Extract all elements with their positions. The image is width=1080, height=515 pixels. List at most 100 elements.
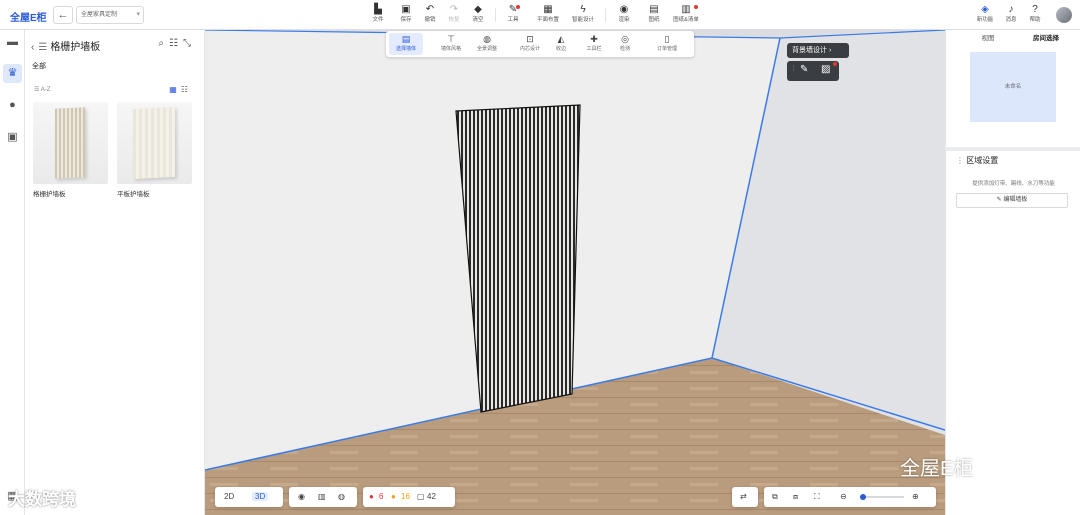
order-button[interactable]: ▯ 订单管理 xyxy=(650,33,684,55)
list-view-icon[interactable]: ☷ xyxy=(181,85,192,94)
view-mode-toggle: 2D 3D xyxy=(215,487,283,507)
drawing-list-button[interactable]: ▥ 图纸&清单 xyxy=(669,3,703,27)
check-button[interactable]: ◎ 检测 xyxy=(608,33,642,55)
chevron-right-icon: › xyxy=(828,47,832,54)
frame-icon: ⊡ xyxy=(526,34,534,44)
drag-handle-icon[interactable]: ⋮ xyxy=(790,64,797,72)
rail-bus-icon[interactable]: ▣ xyxy=(3,128,22,147)
brush-icon: ⊤ xyxy=(447,34,455,44)
view-panel: 视图 房间选择 未命名 xyxy=(945,30,1080,147)
new-feature-button[interactable]: ◈ 新功能 xyxy=(973,3,997,27)
edit-wallboard-button[interactable]: ✎ 编辑墙板 xyxy=(956,193,1068,208)
select-wall-button[interactable]: ▤ 选择墙体 xyxy=(389,33,423,55)
zoom-out-icon[interactable]: ⊖ xyxy=(840,491,847,503)
divider xyxy=(605,8,606,22)
tab-view[interactable]: 视图 xyxy=(958,33,1018,44)
camera-icon: ◉ xyxy=(619,4,629,15)
edge-icon: ◭ xyxy=(557,34,565,44)
filter-all[interactable]: 全部 xyxy=(32,61,46,71)
layers-icon[interactable]: ▥ xyxy=(318,491,326,503)
catalog-title: ‹ ☰ 格栅护墙板 xyxy=(31,42,101,53)
floating-tools: ⋮ ✎ ▨ xyxy=(787,61,839,81)
view-toggle: ▦☷ xyxy=(169,85,192,94)
redo-button[interactable]: ↷ 恢复 xyxy=(442,3,466,27)
clipboard-icon: ▯ xyxy=(664,34,670,44)
question-icon: ? xyxy=(1032,4,1038,15)
settings-toggle[interactable]: ⇄ xyxy=(732,487,758,507)
fit-view-icon[interactable]: ⛶ xyxy=(814,491,820,503)
top-toolbar: 全屋E柜 ← 全屋家具定制 ▾ ▙ 文件 ▣ 保存 ↶ 撤销 ↷ 恢复 ◆ 清空 ✎ 工具 ▦… xyxy=(0,0,1080,30)
core-design-button[interactable]: ⊡ 内芯设计 xyxy=(513,33,547,55)
chevron-left-icon[interactable]: ‹ xyxy=(31,42,34,53)
menu-icon: ⋮ xyxy=(956,156,964,165)
smart-design-button[interactable]: ϟ 智能设计 xyxy=(566,3,600,27)
save-icon: ▣ xyxy=(401,4,411,15)
notification-dot xyxy=(833,62,837,66)
tools-button[interactable]: ✎ 工具 xyxy=(501,3,525,27)
watermark-left: 大数跨境 xyxy=(8,490,76,509)
select-icon: ▤ xyxy=(401,34,411,44)
warning-icon: ● xyxy=(391,492,396,501)
floorplan-icon: ▦ xyxy=(543,4,553,15)
edging-button[interactable]: ◭ 收边 xyxy=(544,33,578,55)
3d-viewport[interactable] xyxy=(205,30,945,515)
document-icon: ▥ xyxy=(681,4,691,15)
rail-user-icon[interactable]: ● xyxy=(3,96,22,115)
back-button[interactable]: ← xyxy=(53,6,73,24)
messages-button[interactable]: ♪ 消息 xyxy=(999,3,1023,27)
avatar[interactable] xyxy=(1056,7,1072,23)
divider xyxy=(495,8,496,22)
pencil-icon: ✎ xyxy=(996,197,1002,203)
compass-icon[interactable]: ◍ xyxy=(338,491,345,503)
collapse-icon[interactable]: ⤡ xyxy=(183,38,196,49)
puzzle-icon: ✚ xyxy=(590,34,598,44)
floorplan-button[interactable]: ▦ 平面布置 xyxy=(531,3,565,27)
panel-title: ⋮ 区域设置 xyxy=(956,156,999,165)
camera-save-icon[interactable]: ⧈ xyxy=(793,491,798,503)
room-thumbnail[interactable]: 未命名 xyxy=(970,52,1056,122)
filter-icon[interactable]: ☷ xyxy=(169,38,183,49)
rail-crown-icon[interactable]: ♛ xyxy=(3,64,22,83)
help-button[interactable]: ? 帮助 xyxy=(1023,3,1047,27)
toolbar-button[interactable]: ✚ 工具栏 xyxy=(577,33,611,55)
camera-view-icon[interactable]: ⧉ xyxy=(772,491,778,503)
catalog-panel: ‹ ☰ 格栅护墙板 ⌕☷⤡ 全部 ☰ A-Z ▦☷ 格栅护墙板 平板护墙板 xyxy=(25,30,205,515)
mode-3d-button[interactable]: 3D xyxy=(252,491,269,503)
diamond-icon: ◈ xyxy=(981,4,989,15)
undo-button[interactable]: ↶ 撤销 xyxy=(418,3,442,27)
app-logo: 全屋E柜 xyxy=(10,13,47,24)
sort-icon: ☰ xyxy=(34,87,40,93)
edit-panel-icon[interactable]: ▨ xyxy=(821,64,830,75)
project-select[interactable]: 全屋家具定制 ▾ xyxy=(76,6,144,24)
file-button[interactable]: ▙ 文件 xyxy=(366,3,390,27)
sort-toggle[interactable]: ☰ A-Z xyxy=(34,86,50,93)
bell-icon: ♪ xyxy=(1008,4,1014,15)
product-thumbnail xyxy=(117,102,192,184)
grid-view-icon[interactable]: ▦ xyxy=(169,85,181,94)
wrench-icon: ✎ xyxy=(508,4,518,15)
wall-design-tooltip[interactable]: 背景墙设计 › xyxy=(787,43,849,58)
issue-counter[interactable]: ● 6 ● 16 ▢ 42 xyxy=(363,487,455,507)
panorama-adjust-button[interactable]: ◍ 全景调整 xyxy=(470,33,504,55)
clear-button[interactable]: ◆ 清空 xyxy=(466,3,490,27)
render-button[interactable]: ◉ 渲染 xyxy=(612,3,636,27)
eye-icon[interactable]: ◉ xyxy=(298,491,305,503)
save-button[interactable]: ▣ 保存 xyxy=(394,3,418,27)
mode-2d-button[interactable]: 2D xyxy=(224,491,234,503)
zoom-in-icon[interactable]: ⊕ xyxy=(912,491,919,503)
zoom-slider[interactable] xyxy=(860,496,904,498)
list-item[interactable]: 平板护墙板 xyxy=(117,102,192,198)
list-icon: ☰ xyxy=(38,42,48,53)
rail-cabinet-icon[interactable]: ▬ xyxy=(3,33,22,52)
pencil-icon[interactable]: ✎ xyxy=(800,64,808,75)
search-icon[interactable]: ⌕ xyxy=(158,38,169,49)
display-tools: ◉ ▥ ◍ xyxy=(289,487,357,507)
redo-icon: ↷ xyxy=(449,4,459,15)
tab-room-select[interactable]: 房间选择 xyxy=(1016,33,1076,44)
items-icon: ▢ xyxy=(417,492,425,501)
zoom-slider-handle[interactable] xyxy=(860,494,866,500)
list-item[interactable]: 格栅护墙板 xyxy=(33,102,108,198)
drawing-button[interactable]: ▤ 图纸 xyxy=(642,3,666,27)
wall-style-button[interactable]: ⊤ 墙体风格 xyxy=(434,33,468,55)
camera-tools: ⧉ ⧈ ⛶ ⊖ ⊕ xyxy=(764,487,936,507)
